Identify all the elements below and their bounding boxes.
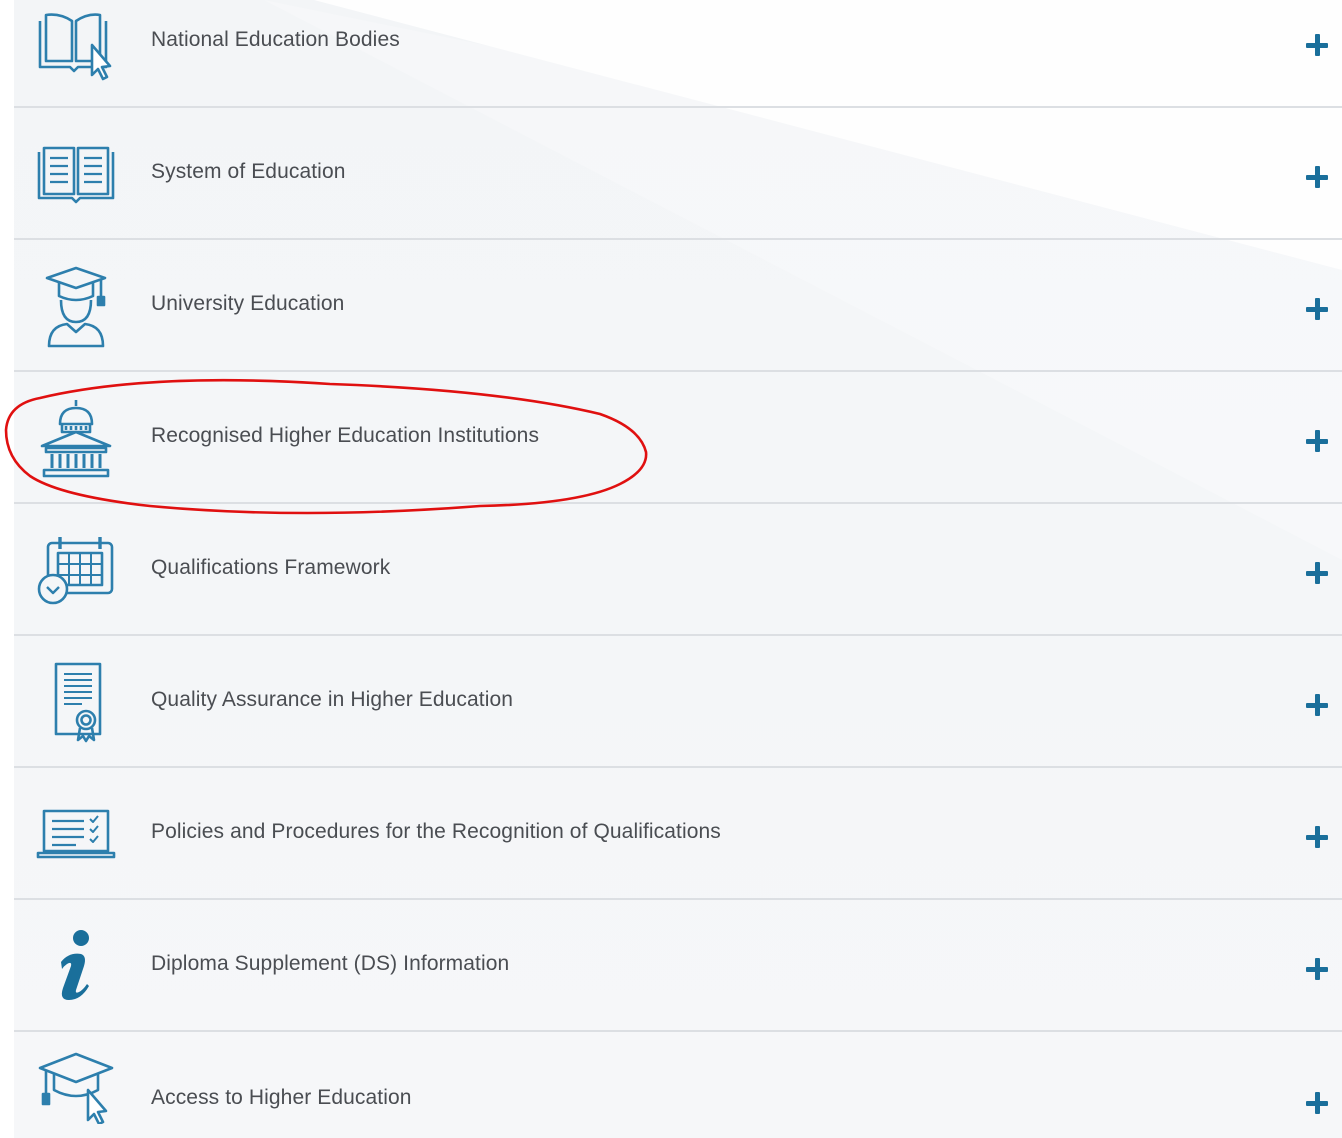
accordion-item-label: Access to Higher Education — [151, 1086, 412, 1109]
accordion-item-national-education-bodies[interactable]: National Education Bodies — [14, 0, 1342, 108]
plus-icon[interactable] — [1302, 559, 1332, 589]
book-cursor-icon — [34, 2, 118, 90]
accordion-panel: National Education Bodies System of Educ… — [14, 0, 1342, 1138]
accordion-item-label: System of Education — [151, 160, 346, 183]
info-icon — [34, 922, 118, 1010]
plus-icon[interactable] — [1302, 163, 1332, 193]
calendar-clock-icon — [34, 526, 118, 614]
plus-icon[interactable] — [1302, 427, 1332, 457]
plus-icon[interactable] — [1302, 1089, 1332, 1119]
plus-icon[interactable] — [1302, 955, 1332, 985]
accordion-item-university-education[interactable]: University Education — [14, 240, 1342, 372]
accordion-item-label: University Education — [151, 292, 345, 315]
accordion-item-label: Recognised Higher Education Institutions — [151, 424, 540, 447]
accordion-item-qualifications-framework[interactable]: Qualifications Framework — [14, 504, 1342, 636]
plus-icon[interactable] — [1302, 31, 1332, 61]
accordion-item-policies-procedures[interactable]: Policies and Procedures for the Recognit… — [14, 768, 1342, 900]
plus-icon[interactable] — [1302, 295, 1332, 325]
accordion-item-label: Diploma Supplement (DS) Information — [151, 952, 510, 975]
open-book-icon — [34, 130, 118, 218]
accordion-item-recognised-higher-education-institutions[interactable]: Recognised Higher Education Institutions — [14, 372, 1342, 504]
accordion-item-system-of-education[interactable]: System of Education — [14, 108, 1342, 240]
university-building-icon — [34, 394, 118, 482]
accordion-item-quality-assurance[interactable]: Quality Assurance in Higher Education — [14, 636, 1342, 768]
accordion-item-label: National Education Bodies — [151, 28, 400, 51]
certificate-icon — [34, 658, 118, 746]
plus-icon[interactable] — [1302, 691, 1332, 721]
accordion-item-label: Policies and Procedures for the Recognit… — [151, 820, 721, 843]
accordion-item-label: Qualifications Framework — [151, 556, 391, 579]
laptop-checklist-icon — [34, 790, 118, 878]
accordion-item-label: Quality Assurance in Higher Education — [151, 688, 514, 711]
accordion-item-diploma-supplement[interactable]: Diploma Supplement (DS) Information — [14, 900, 1342, 1032]
graduation-cap-cursor-icon — [34, 1042, 118, 1130]
graduate-student-icon — [34, 262, 118, 350]
plus-icon[interactable] — [1302, 823, 1332, 853]
accordion-item-access-to-higher-education[interactable]: Access to Higher Education — [14, 1032, 1342, 1138]
